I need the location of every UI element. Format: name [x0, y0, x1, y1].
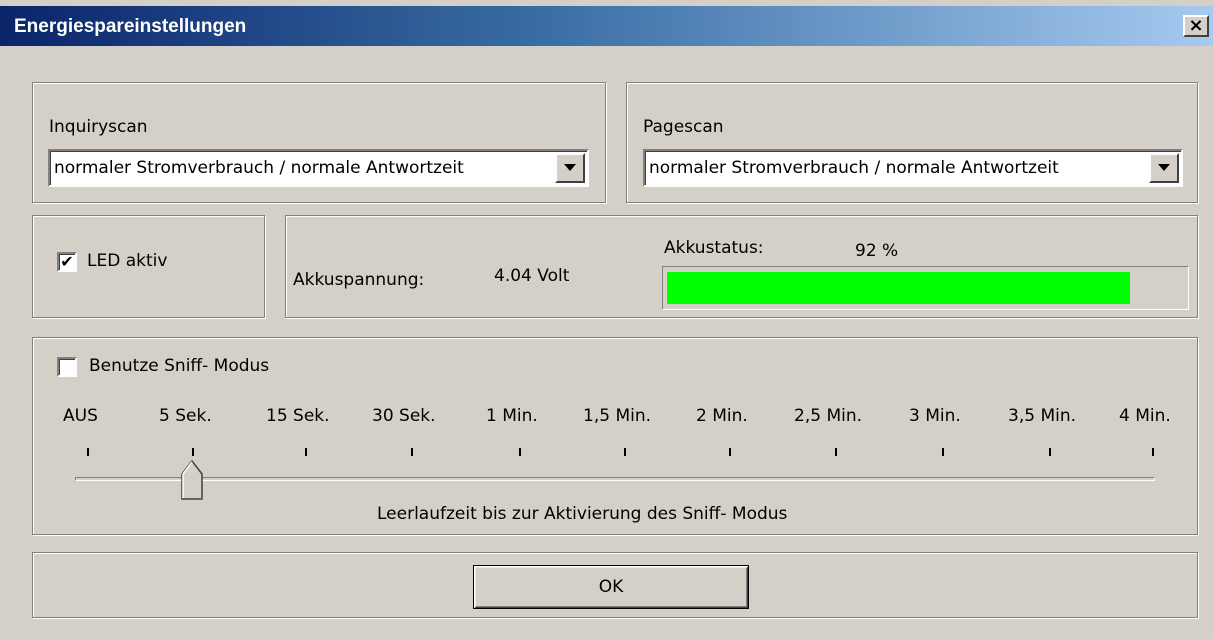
ok-button[interactable]: OK: [473, 565, 749, 609]
slider-track[interactable]: [75, 477, 1155, 481]
slider-tick-label: 2 Min.: [696, 406, 748, 426]
slider-tick-label: 3,5 Min.: [1008, 406, 1077, 426]
sniff-checkbox-label: Benutze Sniff- Modus: [89, 356, 270, 376]
led-label: LED aktiv: [87, 251, 168, 271]
ok-button-label: OK: [598, 577, 624, 597]
close-button[interactable]: ×: [1183, 15, 1209, 37]
slider-tick-mark: [519, 448, 521, 456]
title-bar: Energiespareinstellungen ×: [0, 6, 1213, 46]
window-title: Energiespareinstellungen: [14, 16, 247, 37]
slider-tick-mark: [411, 448, 413, 456]
led-checkbox[interactable]: ✔: [57, 252, 77, 272]
slider-tick-mark: [942, 448, 944, 456]
chevron-down-icon[interactable]: [555, 153, 585, 183]
sniff-caption: Leerlaufzeit bis zur Aktivierung des Sni…: [377, 504, 788, 524]
sniff-checkbox[interactable]: [57, 357, 77, 377]
slider-tick-label: 1 Min.: [486, 406, 538, 426]
inquiryscan-dropdown[interactable]: normaler Stromverbrauch / normale Antwor…: [48, 149, 589, 187]
slider-tick-mark: [87, 448, 89, 456]
battery-progress-bar: [662, 266, 1189, 310]
slider-tick-mark: [1152, 448, 1154, 456]
voltage-value: 4.04 Volt: [494, 266, 570, 286]
slider-tick-label: 4 Min.: [1119, 406, 1171, 426]
slider-tick-label: 1,5 Min.: [583, 406, 652, 426]
slider-tick-mark: [192, 448, 194, 456]
battery-progress-fill: [667, 272, 1130, 304]
slider-tick-label: 5 Sek.: [159, 406, 212, 426]
close-icon: ×: [1188, 15, 1204, 36]
slider-tick-mark: [1049, 448, 1051, 456]
slider-tick-mark: [624, 448, 626, 456]
battery-status-label: Akkustatus:: [664, 238, 764, 258]
slider-tick-mark: [305, 448, 307, 456]
pagescan-label: Pagescan: [643, 117, 724, 137]
slider-tick-mark: [729, 448, 731, 456]
pagescan-value: normaler Stromverbrauch / normale Antwor…: [649, 158, 1059, 178]
inquiryscan-value: normaler Stromverbrauch / normale Antwor…: [54, 158, 464, 178]
checkmark-icon: ✔: [60, 252, 74, 271]
dialog-window: Energiespareinstellungen × Inquiryscan n…: [0, 0, 1213, 639]
voltage-label: Akkuspannung:: [293, 270, 425, 290]
slider-tick-label: 15 Sek.: [266, 406, 330, 426]
pagescan-dropdown[interactable]: normaler Stromverbrauch / normale Antwor…: [643, 149, 1183, 187]
chevron-down-icon[interactable]: [1149, 153, 1179, 183]
slider-tick-mark: [835, 448, 837, 456]
slider-tick-label: 3 Min.: [909, 406, 961, 426]
slider-thumb[interactable]: [181, 460, 203, 500]
slider-tick-label: 2,5 Min.: [794, 406, 863, 426]
inquiryscan-label: Inquiryscan: [49, 117, 148, 137]
slider-tick-label: 30 Sek.: [372, 406, 436, 426]
battery-status-value: 92 %: [855, 241, 899, 261]
slider-tick-label: AUS: [63, 406, 98, 426]
